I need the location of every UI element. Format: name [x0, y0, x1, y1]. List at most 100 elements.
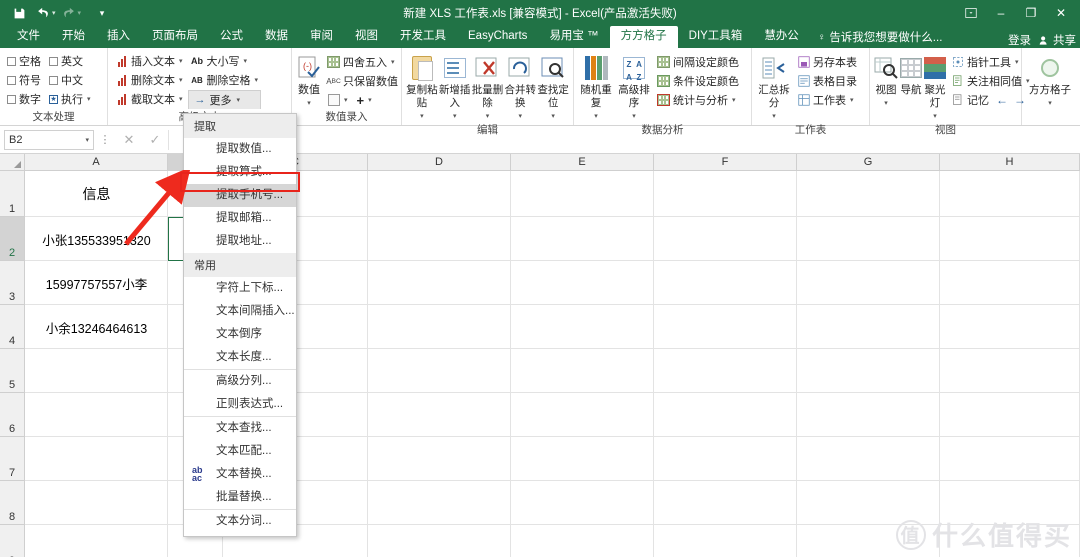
chevron-down-icon[interactable]: ▾ — [237, 96, 241, 104]
checkbox-icon[interactable] — [7, 94, 16, 104]
row-header-9[interactable]: 9 — [0, 525, 25, 557]
checkbox-number[interactable]: 数字 — [4, 90, 44, 108]
column-header-E[interactable]: E — [511, 154, 654, 171]
tell-me-box[interactable]: ♀ 告诉我您想要做什么... — [810, 26, 951, 48]
extract-text-button[interactable]: 截取文本 ▾ — [112, 90, 186, 108]
row-header-2[interactable]: 2 — [0, 217, 25, 261]
customize-quick-access-icon[interactable]: ▾ — [91, 3, 113, 23]
tab-diy-toolbox[interactable]: DIY工具箱 — [678, 26, 754, 48]
chevron-down-icon[interactable]: ▾ — [179, 76, 183, 84]
maximize-button[interactable]: ❐ — [1016, 1, 1046, 25]
chevron-down-icon[interactable]: ▾ — [420, 110, 424, 123]
chevron-down-icon[interactable]: ▾ — [453, 110, 457, 123]
save-icon[interactable] — [8, 3, 30, 23]
row-header-7[interactable]: 7 — [0, 437, 25, 481]
confirm-icon[interactable]: ✓ — [142, 132, 168, 148]
tab-formulas[interactable]: 公式 — [209, 26, 254, 48]
cell-A3[interactable]: 15997757557小李 — [25, 261, 168, 305]
menu-item-batch-replace[interactable]: 批量替换... — [184, 486, 296, 509]
chevron-down-icon[interactable]: ▾ — [391, 58, 395, 66]
ribbon-display-options-icon[interactable] — [956, 1, 986, 25]
chevron-down-icon[interactable]: ▾ — [307, 97, 311, 110]
chevron-down-icon[interactable]: ▾ — [1048, 97, 1052, 110]
fangfanggezi-button[interactable]: 方方格子 ▾ — [1026, 50, 1074, 110]
worksheet-button[interactable]: 工作表 ▾ — [794, 91, 860, 109]
batch-delete-button[interactable]: 批量删除 ▾ — [472, 50, 504, 123]
copy-paste-button[interactable]: 复制粘贴 ▾ — [406, 50, 438, 123]
quick-access-toolbar[interactable]: ▾ ▾ ▾ — [0, 3, 113, 23]
menu-item-extract-address[interactable]: 提取地址... — [184, 230, 296, 253]
find-locate-button[interactable]: 查找定位 ▾ — [537, 50, 569, 123]
row-header-1[interactable]: 1 — [0, 171, 25, 217]
tab-review[interactable]: 审阅 — [299, 26, 344, 48]
cell-A1[interactable]: 信息 — [25, 171, 168, 217]
name-box[interactable]: B2 ▾ — [4, 129, 94, 150]
close-button[interactable]: ✕ — [1046, 1, 1076, 25]
chevron-down-icon[interactable]: ▾ — [1015, 58, 1019, 66]
cell-A4[interactable]: 小余13246464613 — [25, 305, 168, 349]
tab-file[interactable]: 文件 — [6, 26, 51, 48]
navigation-button[interactable]: 导航 — [900, 50, 922, 97]
menu-item-extract-email[interactable]: 提取邮箱... — [184, 207, 296, 230]
chevron-down-icon[interactable]: ▾ — [551, 110, 555, 123]
tab-insert[interactable]: 插入 — [96, 26, 141, 48]
view-button[interactable]: 视图 ▾ — [874, 50, 898, 110]
column-header-G[interactable]: G — [797, 154, 940, 171]
chevron-down-icon[interactable]: ▾ — [179, 57, 183, 65]
menu-item-text-length[interactable]: 文本长度... — [184, 346, 296, 369]
edit-note-icon[interactable] — [327, 94, 340, 107]
tab-home[interactable]: 开始 — [51, 26, 96, 48]
checkbox-chinese[interactable]: 中文 — [46, 71, 94, 89]
chevron-down-icon[interactable]: ▾ — [732, 96, 736, 104]
checkbox-icon[interactable] — [7, 75, 16, 85]
interval-color-button[interactable]: 间隔设定颜色 — [654, 53, 742, 71]
checkbox-icon[interactable] — [7, 56, 16, 66]
chevron-down-icon[interactable]: ▾ — [87, 95, 91, 103]
row-header-6[interactable]: 6 — [0, 393, 25, 437]
more-button[interactable]: → 更多 ▾ — [187, 90, 262, 109]
window-controls[interactable]: – ❐ ✕ — [956, 1, 1080, 25]
chevron-down-icon[interactable]: ▾ — [594, 110, 598, 123]
numeric-extras-row[interactable]: ▾ + ▾ — [324, 91, 401, 109]
chevron-down-icon[interactable]: ▾ — [632, 110, 636, 123]
row-header-4[interactable]: 4 — [0, 305, 25, 349]
menu-item-text-reverse[interactable]: 文本倒序 — [184, 323, 296, 346]
menu-item-extract-number[interactable]: 提取数值... — [184, 138, 296, 161]
case-change-button[interactable]: Ab 大小写 ▾ — [188, 52, 262, 70]
advanced-sort-button[interactable]: ZAAZ 高级排序 ▾ — [616, 50, 652, 123]
keep-value-only-button[interactable]: A BC 只保留数值 — [324, 72, 401, 90]
numeric-value-button[interactable]: (-) 数值 ▾ — [296, 50, 322, 110]
pointer-tool-button[interactable]: 指针工具 ▾ — [948, 53, 1033, 71]
random-repeat-button[interactable]: 随机重复 ▾ — [578, 50, 614, 123]
tab-data[interactable]: 数据 — [254, 26, 299, 48]
formula-bar-expand-icon[interactable]: ⋮ — [94, 133, 116, 146]
column-header-A[interactable]: A — [25, 154, 168, 171]
chevron-down-icon[interactable]: ▾ — [179, 95, 183, 103]
cancel-icon[interactable]: ✕ — [116, 132, 142, 148]
column-header-F[interactable]: F — [654, 154, 797, 171]
share-button[interactable]: 共享 — [1039, 32, 1076, 48]
merge-convert-button[interactable]: 合并转换 ▾ — [504, 50, 536, 123]
chevron-down-icon[interactable]: ▾ — [884, 97, 888, 110]
column-header-H[interactable]: H — [940, 154, 1080, 171]
tab-view[interactable]: 视图 — [344, 26, 389, 48]
undo-caret-icon[interactable]: ▾ — [52, 9, 56, 17]
chevron-down-icon[interactable]: ▾ — [244, 57, 248, 65]
save-as-sheet-button[interactable]: 另存本表 — [794, 53, 860, 71]
row-header-5[interactable]: 5 — [0, 349, 25, 393]
redo-caret-icon[interactable]: ▾ — [78, 9, 82, 17]
chevron-down-icon[interactable]: ▾ — [85, 136, 89, 144]
chevron-down-icon[interactable]: ▾ — [519, 110, 523, 123]
menu-item-text-match[interactable]: 文本匹配... — [184, 440, 296, 463]
plus-icon[interactable]: + — [351, 93, 365, 108]
insert-text-button[interactable]: 插入文本 ▾ — [112, 52, 186, 70]
watch-same-value-button[interactable]: 关注相同值 ▾ — [948, 72, 1033, 90]
tab-page-layout[interactable]: 页面布局 — [141, 26, 209, 48]
delete-text-button[interactable]: 删除文本 ▾ — [112, 71, 186, 89]
menu-item-regex[interactable]: 正则表达式... — [184, 393, 296, 416]
chevron-down-icon[interactable]: ▾ — [255, 76, 259, 84]
menu-item-text-find[interactable]: 文本查找... — [184, 416, 296, 440]
delete-space-button[interactable]: AB 删除空格 ▾ — [188, 71, 262, 89]
chevron-down-icon[interactable]: ▾ — [850, 96, 854, 104]
tab-easycharts[interactable]: EasyCharts — [457, 26, 538, 48]
